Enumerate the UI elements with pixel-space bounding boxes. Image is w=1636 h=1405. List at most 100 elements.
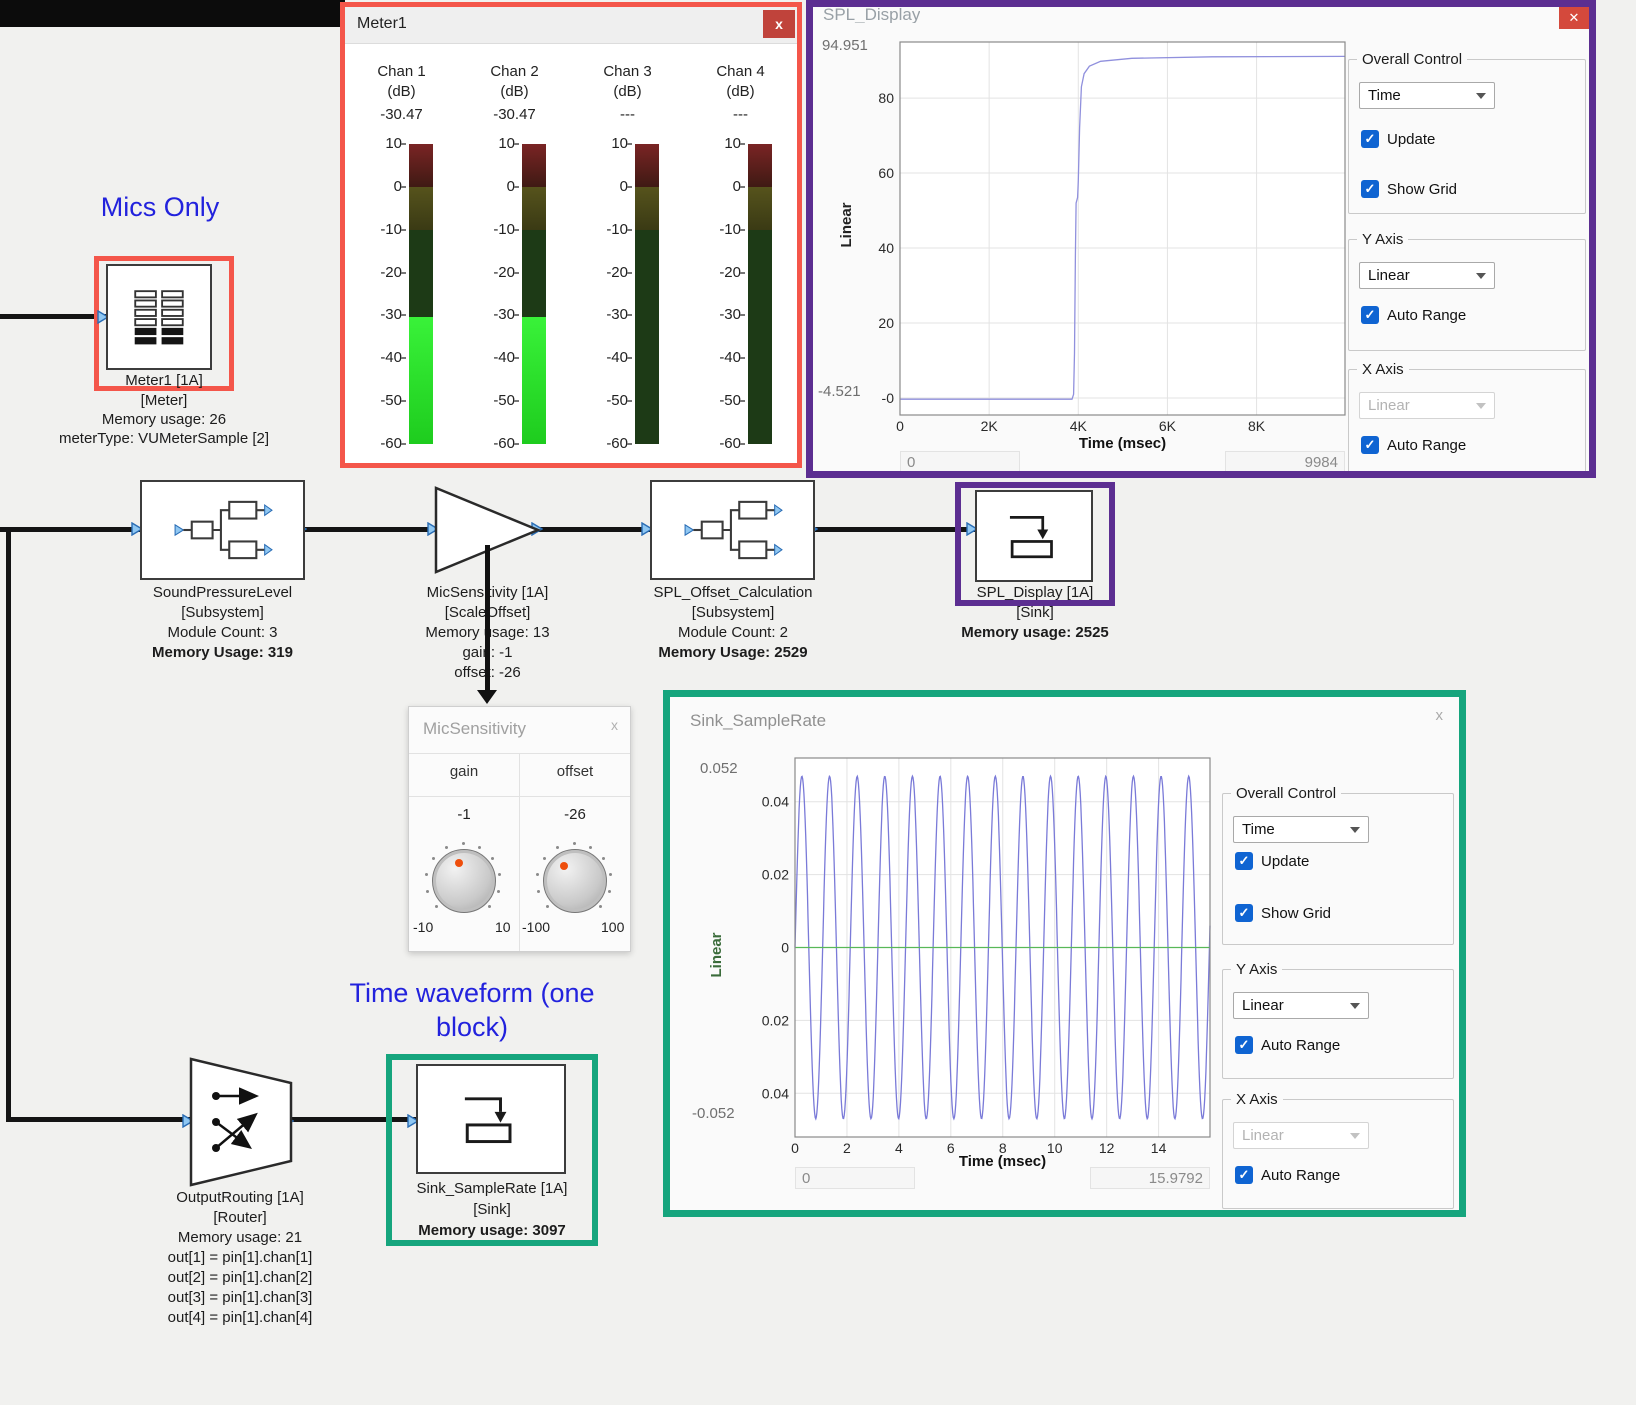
y-scale-dropdown[interactable]: Linear (1233, 992, 1369, 1019)
dropdown-value: Linear (1242, 997, 1284, 1014)
knob-tick-mark (573, 842, 576, 845)
scale-tick-mark (627, 272, 632, 274)
x-scale-dropdown[interactable]: Linear (1359, 392, 1495, 419)
window-title: Meter1 (357, 15, 407, 33)
block-outputrouting[interactable] (188, 1056, 294, 1188)
gain-knob[interactable] (422, 839, 504, 921)
x-axis-title: Time (msec) (900, 435, 1345, 452)
group-label: X Axis (1231, 1091, 1283, 1108)
meter-bar-region: 100-10-20-30-40-50-60 (571, 138, 684, 458)
x-axis-group: X Axis Linear ✓ Auto Range (1222, 1099, 1454, 1209)
meter-bar-region: 100-10-20-30-40-50-60 (345, 138, 458, 458)
checkbox-label: Show Grid (1261, 905, 1331, 922)
wire-vertical-branch (6, 527, 11, 1122)
knob-tick-mark (556, 846, 559, 849)
chevron-down-icon (1350, 1003, 1360, 1014)
overall-control-group: Overall Control Time ✓ Update ✓ Show Gri… (1222, 793, 1454, 945)
window-title: MicSensitivity (423, 719, 526, 739)
scale-tick-mark (401, 357, 406, 359)
knob-tick-mark (425, 873, 428, 876)
vu-meter-bar (748, 144, 772, 444)
scale-tick-mark (740, 357, 745, 359)
close-icon[interactable]: x (611, 717, 618, 733)
window-title: SPL_Display (823, 5, 920, 23)
svg-text:0: 0 (781, 940, 789, 956)
show-grid-checkbox[interactable]: ✓ Show Grid (1361, 180, 1457, 198)
knob-tick-mark (498, 873, 501, 876)
show-grid-checkbox[interactable]: ✓ Show Grid (1235, 904, 1331, 922)
meter-channel-chan-4: Chan 4(dB)---100-10-20-30-40-50-60 (684, 46, 797, 466)
dropdown-value: Linear (1368, 267, 1410, 284)
domain-dropdown[interactable]: Time (1233, 816, 1369, 843)
scale-tick-label: -50 (584, 392, 628, 409)
group-label: Y Axis (1357, 231, 1408, 248)
update-checkbox[interactable]: ✓ Update (1361, 130, 1435, 148)
inspector-arrow-head-icon (477, 690, 497, 704)
close-icon: ✕ (1569, 10, 1580, 26)
knob-tick-mark (491, 857, 494, 860)
offset-max-label: 100 (601, 919, 624, 935)
meter-channels: Chan 1(dB)-30.47100-10-20-30-40-50-60Cha… (345, 46, 797, 466)
offset-knob[interactable] (533, 839, 615, 921)
x-max-readout: 9984 (1225, 451, 1345, 473)
scale-tick-label: 0 (584, 178, 628, 195)
meter-icon (128, 288, 190, 346)
knob-tick-mark (435, 905, 438, 908)
checkbox-label: Auto Range (1261, 1167, 1340, 1184)
channel-value: -30.47 (458, 106, 571, 123)
knob-tick-mark (432, 857, 435, 860)
outputrouting-caption: OutputRouting [1A] [Router] Memory usage… (148, 1188, 332, 1328)
scale-tick-mark (514, 400, 519, 402)
svg-text:0.02: 0.02 (762, 867, 789, 883)
time-waveform-line2: block) (436, 1012, 508, 1042)
x-axis-group: X Axis Linear ✓ Auto Range (1348, 369, 1586, 474)
x-auto-range-checkbox[interactable]: ✓ Auto Range (1235, 1166, 1340, 1184)
y-auto-range-checkbox[interactable]: ✓ Auto Range (1235, 1036, 1340, 1054)
close-button[interactable]: ✕ (1559, 7, 1589, 29)
block-soundpressurelevel[interactable] (140, 480, 305, 580)
channel-header: Chan 3(dB) (571, 62, 684, 102)
domain-dropdown[interactable]: Time (1359, 82, 1495, 109)
knob-tick-mark (536, 873, 539, 876)
sink-plot: 024681012140.040.0200.020.04 (742, 746, 1222, 1161)
svg-text:40: 40 (878, 240, 894, 256)
scale-tick-label: -30 (358, 306, 402, 323)
svg-text:20: 20 (878, 315, 894, 331)
meter-channel-chan-3: Chan 3(dB)---100-10-20-30-40-50-60 (571, 46, 684, 466)
block-meter1[interactable] (106, 264, 212, 370)
block-sink-samplerate[interactable] (416, 1064, 566, 1174)
scale-tick-mark (627, 186, 632, 188)
scale-tick-label: 10 (358, 135, 402, 152)
meter-segment (748, 187, 772, 230)
dropdown-value: Time (1368, 87, 1401, 104)
divider (519, 753, 520, 951)
block-name-text: Meter1 [1A] (84, 371, 244, 391)
wire-spl-to-micsensitivity (303, 527, 437, 532)
meter1-window: Meter1 x Chan 1(dB)-30.47100-10-20-30-40… (340, 2, 802, 468)
spl-plot: 02K4K6K8K80604020-0 (846, 30, 1356, 440)
checkbox-checked-icon: ✓ (1361, 180, 1379, 198)
y-auto-range-checkbox[interactable]: ✓ Auto Range (1361, 306, 1466, 324)
knob-tick-mark (537, 890, 540, 893)
x-scale-dropdown[interactable]: Linear (1233, 1122, 1369, 1149)
x-auto-range-checkbox[interactable]: ✓ Auto Range (1361, 436, 1466, 454)
scale-tick-label: -60 (584, 435, 628, 452)
wire-to-spl-subsystem (0, 527, 140, 532)
scale-tick-mark (514, 229, 519, 231)
scale-tick-mark (740, 272, 745, 274)
knob-tick-mark (488, 905, 491, 908)
inspector-arrow-line (485, 545, 490, 693)
x-min-readout: 0 (795, 1167, 915, 1189)
close-button[interactable]: x (763, 10, 795, 38)
y-scale-dropdown[interactable]: Linear (1359, 262, 1495, 289)
scale-tick-label: 10 (471, 135, 515, 152)
update-checkbox[interactable]: ✓ Update (1235, 852, 1309, 870)
block-spl-offset-calculation[interactable] (650, 480, 815, 580)
scale-tick-mark (627, 400, 632, 402)
y-axis-label: Linear (708, 905, 726, 1005)
chevron-down-icon (1476, 93, 1486, 104)
close-icon[interactable]: x (1436, 707, 1444, 724)
block-spl-display[interactable] (975, 490, 1093, 582)
meter-bar-region: 100-10-20-30-40-50-60 (458, 138, 571, 458)
meter-bar-region: 100-10-20-30-40-50-60 (684, 138, 797, 458)
